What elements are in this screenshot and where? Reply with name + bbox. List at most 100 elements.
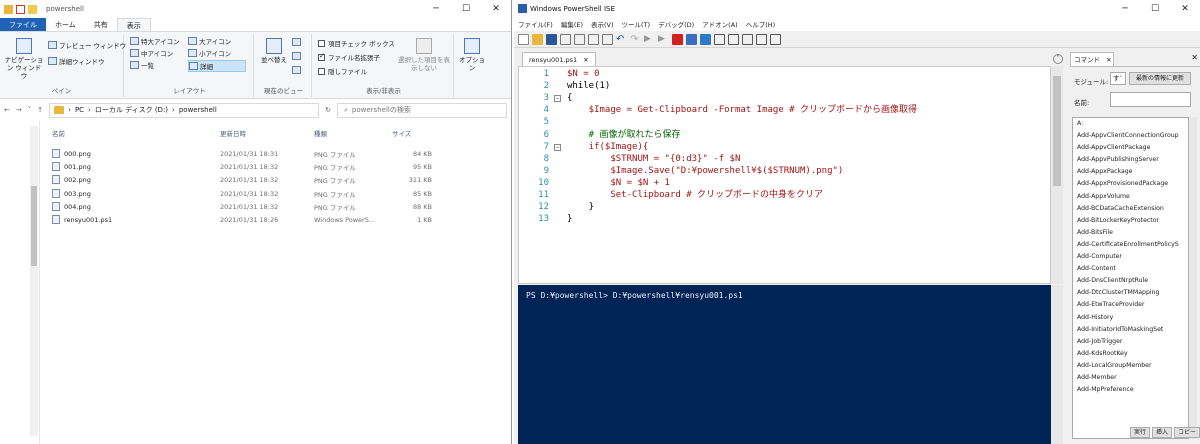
- column-name[interactable]: 名前: [52, 128, 65, 138]
- command-item[interactable]: Add-AppvPublishingServer: [1073, 154, 1188, 166]
- command-item[interactable]: Add-DtcClusterTMMapping: [1073, 287, 1188, 299]
- cut-icon[interactable]: [560, 33, 571, 45]
- column-type[interactable]: 種類: [314, 128, 327, 138]
- minimize-button[interactable]: ─: [421, 0, 451, 18]
- show-addon-icon[interactable]: [770, 33, 781, 45]
- tab-file[interactable]: ファイル: [0, 18, 46, 31]
- file-row[interactable]: 001.png 2021/01/31 18:32 PNG ファイル 95 KB: [52, 160, 442, 173]
- command-item[interactable]: Add-Member: [1073, 372, 1188, 384]
- menu-file[interactable]: ファイル(F): [514, 19, 557, 29]
- remote-icon[interactable]: [686, 33, 697, 45]
- preview-pane-button[interactable]: プレビュー ウィンドウ: [48, 40, 126, 50]
- minimize-button[interactable]: ─: [1110, 0, 1140, 18]
- command-item[interactable]: Add-AppvClientPackage: [1073, 142, 1188, 154]
- add-column-button[interactable]: [292, 52, 303, 60]
- menu-addons[interactable]: アドオン(A): [698, 19, 742, 29]
- refresh-icon[interactable]: ↻: [325, 106, 331, 114]
- command-item[interactable]: Add-Content: [1073, 263, 1188, 275]
- command-item[interactable]: A:: [1073, 118, 1188, 130]
- file-row[interactable]: 002.png 2021/01/31 18:32 PNG ファイル 311 KB: [52, 173, 442, 186]
- insert-button[interactable]: 挿入: [1152, 427, 1173, 438]
- list-view[interactable]: 一覧: [130, 60, 154, 70]
- column-date[interactable]: 更新日時: [220, 128, 246, 138]
- layout-top-icon[interactable]: [714, 33, 725, 45]
- large-icons[interactable]: 大アイコン: [188, 36, 231, 46]
- command-item[interactable]: Add-AppxVolume: [1073, 191, 1188, 203]
- file-row[interactable]: rensyu001.ps1 2021/01/31 18:26 Windows Pow…: [52, 213, 442, 226]
- back-icon[interactable]: ←: [4, 106, 10, 114]
- paste-icon[interactable]: [588, 33, 599, 45]
- column-size[interactable]: サイズ: [392, 128, 411, 138]
- maximize-button[interactable]: ☐: [451, 0, 481, 18]
- maximize-button[interactable]: ☐: [1140, 0, 1170, 18]
- medium-icons[interactable]: 中アイコン: [130, 48, 173, 58]
- menu-debug[interactable]: デバッグ(D): [654, 19, 698, 29]
- sort-button[interactable]: 並べ替え: [258, 38, 290, 64]
- new-file-icon[interactable]: [518, 33, 529, 45]
- undo-icon[interactable]: ↶: [616, 34, 627, 45]
- command-item[interactable]: Add-BitLockerKeyProtector: [1073, 215, 1188, 227]
- console-scrollbar[interactable]: [1051, 285, 1063, 444]
- menu-tools[interactable]: ツール(T): [618, 19, 655, 29]
- copy-button[interactable]: コピー: [1174, 427, 1200, 438]
- command-list[interactable]: A: Add-AppvClientConnectionGroup Add-AppvC…: [1072, 117, 1189, 439]
- tab-commands[interactable]: コマンド ✕: [1070, 52, 1114, 66]
- menu-help[interactable]: ヘルプ(H): [742, 19, 779, 29]
- command-item[interactable]: Add-CertificateEnrollmentPolicyS: [1073, 239, 1188, 251]
- command-item[interactable]: Add-LocalGroupMember: [1073, 360, 1188, 372]
- module-select[interactable]: す˅: [1110, 72, 1126, 85]
- command-item[interactable]: Add-InitiatorIdToMaskingSet: [1073, 324, 1188, 336]
- hidden-files-option[interactable]: 隠しファイル: [318, 66, 367, 76]
- command-item[interactable]: Add-MpPreference: [1073, 384, 1188, 396]
- breadcrumb-folder[interactable]: powershell: [179, 106, 217, 114]
- console-pane[interactable]: PS D:¥powershell> D:¥powershell¥rensyu00…: [518, 285, 1051, 444]
- group-by-button[interactable]: [292, 38, 303, 46]
- tab-home[interactable]: ホーム: [46, 18, 85, 31]
- command-item[interactable]: Add-EtwTraceProvider: [1073, 299, 1188, 311]
- tab-view[interactable]: 表示: [116, 18, 151, 31]
- save-icon[interactable]: [546, 33, 557, 45]
- small-icons[interactable]: 小アイコン: [188, 48, 231, 58]
- checkbox-checked[interactable]: [318, 52, 325, 61]
- command-item[interactable]: Add-BCDataCacheExtension: [1073, 203, 1188, 215]
- fold-toggle-icon[interactable]: −: [554, 143, 561, 151]
- close-icon[interactable]: ✕: [1191, 53, 1198, 62]
- scroll-thumb[interactable]: [1053, 76, 1061, 186]
- file-row[interactable]: 003.png 2021/01/31 18:32 PNG ファイル 85 KB: [52, 187, 442, 200]
- item-checkbox-option[interactable]: 項目チェック ボックス: [318, 38, 395, 48]
- nav-scrollbar[interactable]: [30, 126, 38, 436]
- run-selection-icon[interactable]: ▶: [658, 34, 669, 45]
- search-input[interactable]: ⌕ powershellの検索: [337, 102, 507, 118]
- breadcrumb-drive[interactable]: ローカル ディスク (D:): [95, 105, 168, 115]
- menu-edit[interactable]: 編集(E): [557, 19, 587, 29]
- scroll-thumb[interactable]: [31, 186, 37, 266]
- command-item[interactable]: Add-AppxPackage: [1073, 166, 1188, 178]
- navigation-pane-button[interactable]: ナビゲーション ウィンドウ: [4, 38, 44, 80]
- tab-script[interactable]: rensyu001.ps1 ✕: [522, 52, 596, 66]
- checkbox[interactable]: [318, 39, 325, 47]
- run-button[interactable]: 実行: [1130, 427, 1151, 438]
- chevron-down-icon[interactable]: ˅: [28, 106, 32, 114]
- hide-selected-button[interactable]: 選択した項目を表示しない: [398, 38, 450, 72]
- collapse-icon[interactable]: ˄: [1053, 54, 1063, 64]
- properties-icon[interactable]: [16, 4, 25, 14]
- editor-scrollbar[interactable]: [1051, 66, 1063, 284]
- name-input[interactable]: [1110, 92, 1191, 107]
- command-item[interactable]: Add-JobTrigger: [1073, 336, 1188, 348]
- close-panel-icon[interactable]: ✕: [1106, 56, 1111, 64]
- address-bar[interactable]: › PC › ローカル ディスク (D:) › powershell: [49, 102, 320, 118]
- run-icon[interactable]: ▶: [644, 34, 655, 45]
- script-editor[interactable]: 1 $N = 0 2 while(1) 3−{4 $Image = Get-Clipbo…: [518, 66, 1051, 284]
- breadcrumb-pc[interactable]: PC: [75, 106, 84, 114]
- fold-toggle-icon[interactable]: −: [554, 95, 561, 103]
- command-item[interactable]: Add-History: [1073, 312, 1188, 324]
- tab-share[interactable]: 共有: [85, 18, 117, 31]
- close-button[interactable]: ✕: [481, 0, 511, 18]
- show-commands-icon[interactable]: [756, 33, 767, 45]
- file-row[interactable]: 000.png 2021/01/31 18:31 PNG ファイル 84 KB: [52, 147, 442, 160]
- refresh-button[interactable]: 最新の情報に更新: [1129, 72, 1191, 85]
- clear-icon[interactable]: [602, 33, 613, 45]
- command-item[interactable]: Add-BitsFile: [1073, 227, 1188, 239]
- file-row[interactable]: 004.png 2021/01/31 18:32 PNG ファイル 88 KB: [52, 200, 442, 213]
- up-icon[interactable]: ↑: [37, 106, 43, 114]
